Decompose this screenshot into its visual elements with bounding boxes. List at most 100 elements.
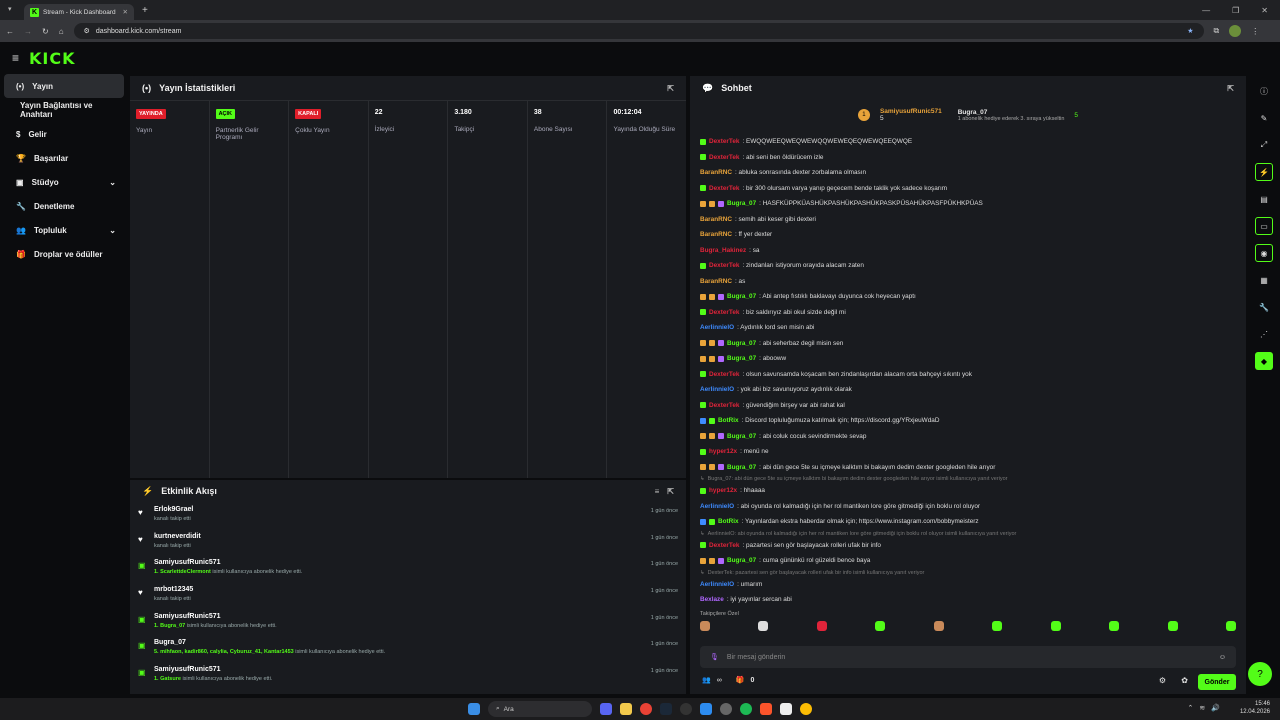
home-icon[interactable]: ⌂ [59, 27, 64, 36]
share-icon[interactable]: ⋰ [1255, 325, 1273, 343]
app-icon[interactable] [720, 703, 732, 715]
help-fab[interactable]: ? [1248, 662, 1272, 686]
browser-tab[interactable]: K Stream - Kick Dashboard ✕ [24, 4, 134, 20]
lightning-toggle-icon[interactable]: ⚡ [1255, 163, 1273, 181]
emote-icon[interactable] [700, 621, 710, 631]
chat-username[interactable]: Bugra_07 [727, 293, 756, 300]
users-icon[interactable]: 👥 [702, 676, 711, 684]
kick-logo[interactable]: KICK [29, 49, 76, 68]
feed-username[interactable]: SamiyusufRunic571 [154, 559, 643, 566]
chat-username[interactable]: Bugra_07 [727, 200, 756, 207]
emote-icon[interactable] [875, 621, 886, 631]
emote-icon[interactable] [1225, 621, 1236, 631]
chat-username[interactable]: BaranRNC [700, 169, 732, 176]
info-icon[interactable]: ⓘ [1255, 82, 1273, 100]
chat-username[interactable]: DexterTek [709, 138, 739, 145]
close-window-icon[interactable]: ✕ [1261, 6, 1268, 15]
chat-username[interactable]: BaranRNC [700, 231, 732, 238]
settings-gear-icon[interactable]: ⚙ [1159, 676, 1166, 685]
chat-username[interactable]: DexterTek [709, 262, 739, 269]
broadcast-toggle-icon[interactable]: ◉ [1255, 244, 1273, 262]
popout-icon[interactable]: ⇱ [667, 84, 674, 93]
hamburger-menu-icon[interactable]: ≡ [12, 51, 19, 65]
expand-icon[interactable]: ⤢ [1255, 136, 1273, 154]
popout-icon[interactable]: ⇱ [1227, 84, 1234, 93]
windows-start-icon[interactable] [468, 703, 480, 715]
close-tab-icon[interactable]: ✕ [123, 8, 128, 16]
edit-icon[interactable]: ✎ [1255, 109, 1273, 127]
emote-icon[interactable] [1167, 621, 1178, 631]
popout-icon[interactable]: ⇱ [667, 487, 674, 496]
feed-username[interactable]: kurtneverdidit [154, 533, 643, 540]
sidebar-item[interactable]: 👥 Topluluk ⌄ [4, 218, 124, 242]
chat-username[interactable]: DexterTek [709, 154, 739, 161]
chat-input[interactable]: 🎙 Bir mesaj gönderin ☺ [700, 646, 1236, 668]
sidebar-item[interactable]: 🏆 Başarılar [4, 146, 124, 170]
wrench-icon[interactable]: 🔧 [1255, 298, 1273, 316]
chat-username[interactable]: Bugra_07 [727, 340, 756, 347]
chat-username[interactable]: DexterTek [709, 185, 739, 192]
chevron-down-icon[interactable]: ⌄ [109, 226, 116, 235]
notion-icon[interactable] [780, 703, 792, 715]
folder-icon[interactable] [620, 703, 632, 715]
emote-icon[interactable] [758, 621, 769, 631]
chat-username[interactable]: Bexlaze [700, 596, 724, 603]
emote-icon[interactable] [1109, 621, 1120, 631]
chat-username[interactable]: hyper12x [709, 448, 737, 455]
chrome-active-icon[interactable] [800, 703, 812, 715]
emote-icon[interactable] [933, 621, 944, 631]
chat-username[interactable]: AerlinnielO [700, 503, 734, 510]
sidebar-item[interactable]: (•) Yayın [4, 74, 124, 98]
chat-username[interactable]: Bugra_07 [727, 433, 756, 440]
emote-icon[interactable] [992, 621, 1003, 631]
sidebar-item[interactable]: Yayın Bağlantısı ve Anahtarı [4, 98, 124, 122]
chat-username[interactable]: DexterTek [709, 542, 739, 549]
brave-icon[interactable] [760, 703, 772, 715]
tray-chevron-icon[interactable]: ⌃ [1188, 704, 1194, 712]
feed-username[interactable]: SamiyusufRunic571 [154, 613, 643, 620]
spotify-icon[interactable] [740, 703, 752, 715]
chat-username[interactable]: AerlinnielO [700, 581, 734, 588]
emote-picker-icon[interactable]: ✿ [1181, 676, 1188, 685]
bookmark-star-icon[interactable]: ★ [1187, 27, 1193, 35]
second-user[interactable]: Bugra_07 [958, 109, 1065, 116]
vscode-icon[interactable] [700, 703, 712, 715]
new-tab-icon[interactable]: + [142, 5, 148, 16]
kick-app-icon[interactable]: ◆ [1255, 352, 1273, 370]
clock[interactable]: 15:46 12.04.2026 [1240, 700, 1270, 716]
sidebar-item[interactable]: $ Gelir [4, 122, 124, 146]
profile-avatar[interactable] [1229, 25, 1242, 37]
volume-icon[interactable]: 🔊 [1211, 704, 1220, 712]
emote-icon[interactable] [816, 621, 827, 631]
chat-username[interactable]: Bugra_07 [727, 464, 756, 471]
minimize-icon[interactable]: — [1202, 6, 1210, 15]
filter-icon[interactable]: ≡ [655, 487, 660, 496]
chat-username[interactable]: DexterTek [709, 402, 739, 409]
sidebar-item[interactable]: ▣ Stüdyo ⌄ [4, 170, 124, 194]
chat-username[interactable]: BotRix [718, 417, 739, 424]
chat-username[interactable]: hyper12x [709, 487, 737, 494]
chat-username[interactable]: BaranRNC [700, 278, 732, 285]
feed-username[interactable]: mrbot12345 [154, 586, 643, 593]
chat-username[interactable]: BaranRNC [700, 216, 732, 223]
chat-username[interactable]: AerlinnielO [700, 324, 734, 331]
feed-username[interactable]: SamiyusufRunic571 [154, 666, 643, 673]
extensions-icon[interactable]: ⧉ [1214, 26, 1220, 36]
chat-username[interactable]: BotRix [718, 518, 739, 525]
discord-icon[interactable] [600, 703, 612, 715]
emote-icon[interactable] [1050, 621, 1061, 631]
sidebar-item[interactable]: 🔧 Denetleme [4, 194, 124, 218]
url-field[interactable]: ⚙ dashboard.kick.com/stream ★ [73, 23, 1204, 39]
menu-dots-icon[interactable]: ⋮ [1251, 27, 1259, 36]
leader-user[interactable]: SamiyusufRunic571 [880, 108, 942, 115]
chat-toggle-icon[interactable]: ▭ [1255, 217, 1273, 235]
chat-username[interactable]: DexterTek [709, 371, 739, 378]
feed-username[interactable]: Erlok9Grael [154, 506, 643, 513]
site-info-icon[interactable]: ⚙ [84, 27, 90, 35]
wifi-icon[interactable]: ≋ [1199, 704, 1205, 712]
chrome-icon[interactable] [640, 703, 652, 715]
back-icon[interactable]: ← [6, 27, 14, 36]
taskbar-search[interactable]: ⌕ Ara [488, 701, 592, 717]
gift-icon[interactable]: 🎁 [736, 676, 745, 684]
forward-icon[interactable]: → [24, 27, 32, 36]
